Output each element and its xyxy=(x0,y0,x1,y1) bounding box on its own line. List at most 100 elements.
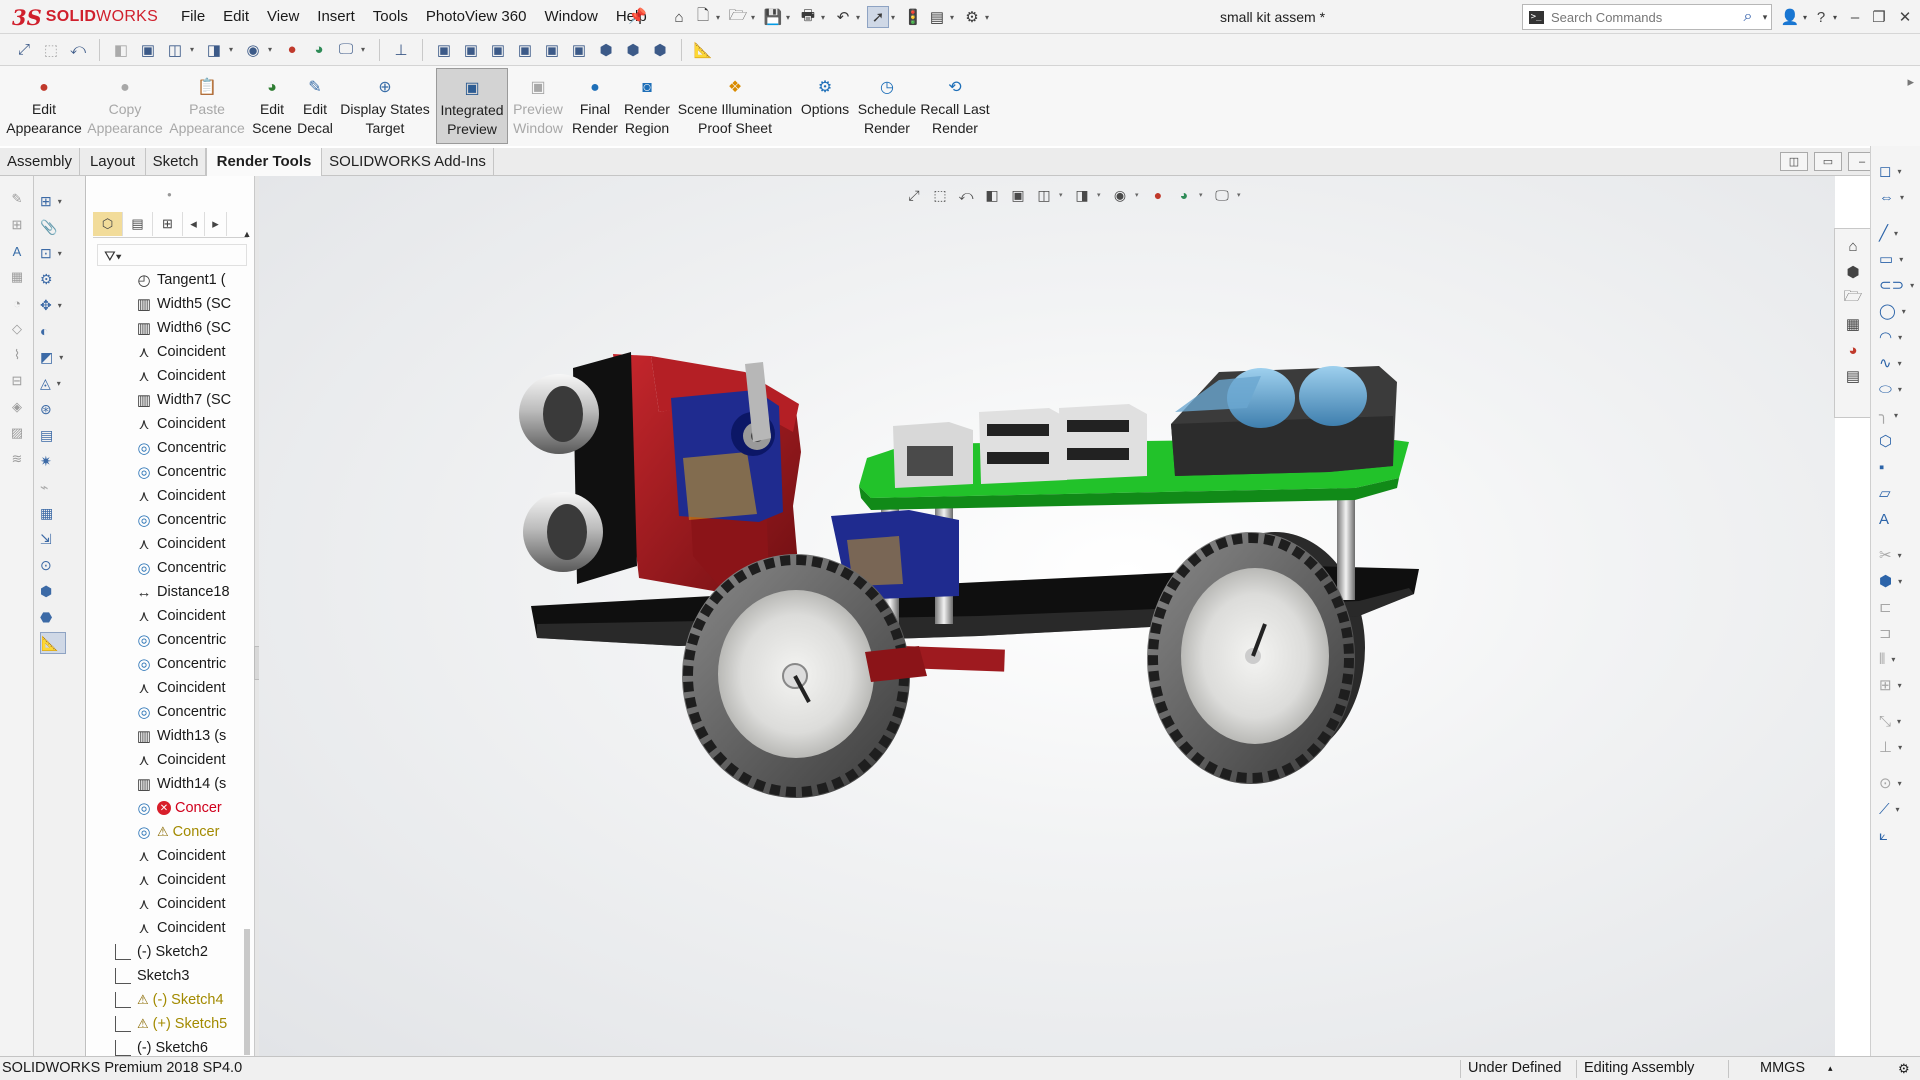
menu-photoview-360[interactable]: PhotoView 360 xyxy=(417,0,536,34)
isometric-view-icon[interactable]: ⬢ xyxy=(594,38,618,62)
solidworks-resources-home-icon[interactable]: ⌂ xyxy=(1841,235,1865,257)
mate-row-coincident[interactable]: ⋏ Coincident xyxy=(133,748,243,772)
rebuild-status-icon[interactable]: ⚙ xyxy=(1898,1057,1910,1080)
open-folder-icon[interactable]: 🗁 xyxy=(727,6,749,28)
strip-weld-icon[interactable]: ⌇ xyxy=(6,344,28,366)
previous-view-icon[interactable]: ⤺ xyxy=(66,38,90,62)
minimize-window-icon[interactable]: – xyxy=(1842,0,1868,34)
mirror-entities-icon[interactable]: ⫴ ▾ xyxy=(1879,648,1915,670)
strip-surface-icon[interactable]: ◈ xyxy=(6,396,28,418)
apply-scene-icon[interactable]: ◕ xyxy=(307,38,331,62)
display-relations-icon[interactable]: ⊥ ▾ xyxy=(1879,736,1915,758)
spline-icon[interactable]: ∿ ▾ xyxy=(1879,352,1915,374)
zoom-to-fit-icon[interactable]: ⤢ xyxy=(12,38,36,62)
design-library-icon[interactable]: ⬢ xyxy=(1841,261,1865,283)
arc-icon[interactable]: ◠ ▾ xyxy=(1879,326,1915,348)
strip-cosmetic-thread-icon[interactable]: ≋ xyxy=(6,448,28,470)
dynamic-annotation-icon[interactable]: ▣ xyxy=(136,38,160,62)
tile-view-icon[interactable]: ▭ xyxy=(1814,152,1842,171)
sketch-icon[interactable]: ◻ ▾ xyxy=(1879,160,1915,182)
line-icon[interactable]: ╱ ▾ xyxy=(1879,222,1915,244)
file-explorer-icon[interactable]: 🗁 xyxy=(1841,287,1865,309)
exploded-view-icon[interactable]: ✷ xyxy=(40,450,68,472)
trimetric-view-icon[interactable]: ⬢ xyxy=(621,38,645,62)
smart-fasteners-icon[interactable]: ⚙ xyxy=(40,268,68,290)
mate-row-width[interactable]: ▥ Width14 (s xyxy=(133,772,243,796)
mate-row-width[interactable]: ▥ Width5 (SC xyxy=(133,292,243,316)
undo-dropdown-icon[interactable]: ▾ xyxy=(856,6,865,28)
zoom-to-area-icon[interactable]: ⬚ xyxy=(39,38,63,62)
dimetric-view-icon[interactable]: ⬢ xyxy=(648,38,672,62)
mate-row-coincident[interactable]: ⋏ Coincident xyxy=(133,892,243,916)
mate-row-coincident[interactable]: ⋏ Coincident xyxy=(133,604,243,628)
feature-manager-tab-icon[interactable]: ⬡ xyxy=(93,212,123,236)
save-dropdown-icon[interactable]: ▾ xyxy=(786,6,795,28)
search-icon[interactable]: ⌕ xyxy=(1737,8,1759,26)
final-render-button[interactable]: ● Final Render xyxy=(572,76,618,142)
new-motion-study-icon[interactable]: ⊛ xyxy=(40,398,68,420)
left-view-icon[interactable]: ▣ xyxy=(486,38,510,62)
show-hidden-icon[interactable]: ◐ xyxy=(40,320,68,342)
mate-row-coincident[interactable]: ⋏ Coincident xyxy=(133,484,243,508)
hole-alignment-icon[interactable]: ⊙ xyxy=(40,554,68,576)
search-commands-box[interactable]: >_ Search Commands ⌕ ▾ xyxy=(1522,4,1772,30)
linear-pattern-icon[interactable]: ⊡ ▾ xyxy=(40,242,68,264)
solidworks-logo[interactable]: 3S SOLIDWORKS xyxy=(12,4,158,30)
edit-scene-button[interactable]: ◕ Edit Scene xyxy=(252,76,292,142)
move-component-strip-icon[interactable]: ✥ ▾ xyxy=(40,294,68,316)
mate-row-concentric[interactable]: ◎ Concentric xyxy=(133,556,243,580)
back-view-icon[interactable]: ▣ xyxy=(459,38,483,62)
mate-row-coincident[interactable]: ⋏ Coincident xyxy=(133,844,243,868)
text-icon[interactable]: A xyxy=(1879,508,1915,530)
property-manager-tab-icon[interactable]: ▤ xyxy=(123,212,153,236)
strip-note-icon[interactable]: A xyxy=(6,240,28,262)
save-icon[interactable]: 💾 xyxy=(762,6,784,28)
strip-tolerance-icon[interactable]: ⊟ xyxy=(6,370,28,392)
offset-entities-icon[interactable]: ⊏ xyxy=(1879,596,1915,618)
mate-row-concentric[interactable]: ◎ ✕ Concer xyxy=(133,796,243,820)
unit-system[interactable]: MMGS xyxy=(1760,1057,1805,1080)
mate-row-tangent[interactable]: ◴ Tangent1 ( xyxy=(133,268,243,292)
edit-decal-button[interactable]: ✎ Edit Decal xyxy=(295,76,335,142)
help-dropdown-icon[interactable]: ▾ xyxy=(1830,0,1840,34)
tabs-right-arrow-icon[interactable]: ▸ xyxy=(205,212,227,236)
display-style-dropdown-icon[interactable]: ▾ xyxy=(229,39,238,61)
new-document-icon[interactable]: 🗋 xyxy=(692,6,714,28)
menu-window[interactable]: Window xyxy=(535,0,606,34)
menu-tools[interactable]: Tools xyxy=(364,0,417,34)
pin-menu-icon[interactable]: 📌 xyxy=(628,9,647,25)
section-view-icon[interactable]: ◧ xyxy=(109,38,133,62)
undo-icon[interactable]: ↶ xyxy=(832,6,854,28)
options-dropdown-icon[interactable]: ▾ xyxy=(985,6,994,28)
top-view-icon[interactable]: ▣ xyxy=(540,38,564,62)
measure-icon[interactable]: 📐 xyxy=(691,38,715,62)
edit-appearance-icon[interactable]: ● xyxy=(280,38,304,62)
mate-row-width[interactable]: ▥ Width7 (SC xyxy=(133,388,243,412)
hide-show-items-icon[interactable]: ◉ xyxy=(241,38,265,62)
properties-dropdown-icon[interactable]: ▾ xyxy=(950,6,959,28)
options-gear-icon[interactable]: ⚙ xyxy=(961,6,983,28)
rectangle-icon[interactable]: ▭ ▾ xyxy=(1879,248,1915,270)
display-style-icon[interactable]: ◨ xyxy=(202,38,226,62)
instant3d-icon[interactable]: ⬢ xyxy=(40,580,68,602)
update-speedpak-icon[interactable]: ⬣ xyxy=(40,606,68,628)
mate-row-concentric[interactable]: ◎ Concentric xyxy=(133,652,243,676)
render-region-button[interactable]: ◙ Render Region xyxy=(622,76,672,142)
reference-geometry-icon[interactable]: ◬ ▾ xyxy=(40,372,68,394)
menu-insert[interactable]: Insert xyxy=(308,0,364,34)
mate-row-concentric[interactable]: ◎ Concentric xyxy=(133,628,243,652)
options-button[interactable]: ⚙ Options xyxy=(798,76,852,142)
tab-solidworks-add-ins[interactable]: SOLIDWORKS Add-Ins xyxy=(322,148,494,176)
rapid-sketch-icon[interactable]: ⟀ xyxy=(1879,824,1915,846)
insert-component-icon[interactable]: ⊞ ▾ xyxy=(40,190,68,212)
menu-edit[interactable]: Edit xyxy=(214,0,258,34)
bill-of-materials-icon[interactable]: ▤ xyxy=(40,424,68,446)
tree-scrollbar[interactable]: ▲ xyxy=(241,229,253,1055)
mate-row-width[interactable]: ▥ Width6 (SC xyxy=(133,316,243,340)
view-palette-icon[interactable]: ▦ xyxy=(1841,313,1865,335)
mate-row-coincident[interactable]: ⋏ Coincident xyxy=(133,916,243,940)
split-view-icon[interactable]: ◫ xyxy=(1780,152,1808,171)
paste-appearance-button[interactable]: 📋 Paste Appearance xyxy=(166,76,248,142)
tab-layout[interactable]: Layout xyxy=(80,148,146,176)
tab-sketch[interactable]: Sketch xyxy=(146,148,206,176)
